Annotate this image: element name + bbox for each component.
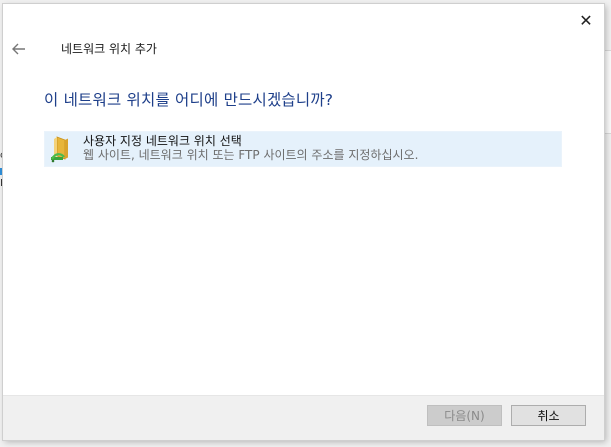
add-network-location-dialog: ✕ 네트워크 위치 추가 이 네트워크 위치를 어디에 만드시겠습니까? 사용자…	[3, 4, 604, 440]
cancel-button[interactable]: 취소	[511, 405, 586, 426]
close-button[interactable]: ✕	[576, 10, 596, 30]
option-title: 사용자 지정 네트워크 위치 선택	[83, 134, 242, 148]
page-heading: 이 네트워크 위치를 어디에 만드시겠습니까?	[44, 91, 334, 109]
background-window-right-edge	[603, 50, 611, 134]
dialog-title: 네트워크 위치 추가	[61, 42, 157, 56]
back-button[interactable]	[11, 41, 27, 57]
back-arrow-icon	[12, 43, 25, 55]
custom-network-location-option[interactable]: 사용자 지정 네트워크 위치 선택 웹 사이트, 네트워크 위치 또는 FTP …	[44, 131, 562, 167]
dialog-footer: 다음(N) 취소	[3, 395, 604, 440]
option-description: 웹 사이트, 네트워크 위치 또는 FTP 사이트의 주소를 지정하십시오.	[83, 148, 419, 162]
next-button[interactable]: 다음(N)	[427, 405, 502, 426]
close-icon: ✕	[579, 10, 593, 30]
network-folder-icon	[51, 136, 68, 163]
